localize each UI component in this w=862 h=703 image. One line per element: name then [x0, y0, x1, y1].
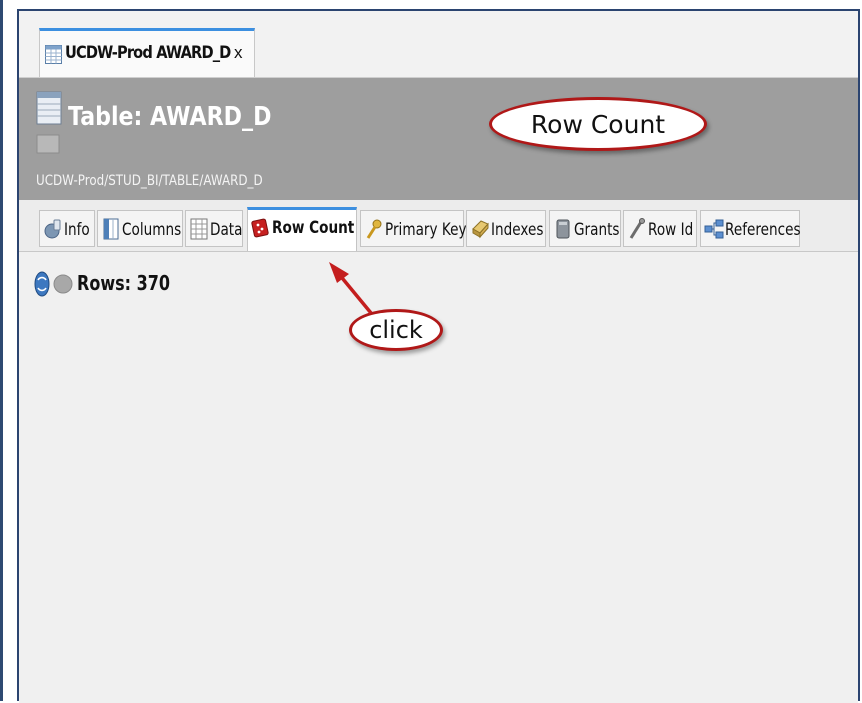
object-subtabs: Info Columns Data Row Count Primary Key … [19, 200, 858, 252]
refresh-icon[interactable] [33, 269, 51, 299]
tab-primary-key[interactable]: Primary Key [360, 210, 467, 247]
document-tab-award-d[interactable]: UCDW-Prod AWARD_D x [39, 28, 255, 77]
object-header: Table: AWARD_D UCDW-Prod/STUD_BI/TABLE/A… [19, 78, 858, 200]
pin-icon [629, 218, 645, 239]
dice-icon [251, 218, 269, 238]
rows-count-label: Rows: 370 [77, 271, 170, 295]
tab-columns-label: Columns [122, 220, 182, 240]
table-icon [45, 45, 62, 64]
tab-grants[interactable]: Grants [549, 210, 621, 247]
info-icon [44, 219, 61, 239]
callout-row-count: Row Count [489, 97, 707, 151]
grid-icon [190, 218, 208, 240]
callout-click: click [349, 309, 443, 351]
tab-info[interactable]: Info [39, 210, 95, 247]
close-tab-button[interactable]: x [234, 43, 243, 63]
tab-grants-label: Grants [574, 220, 620, 240]
index-icon [472, 220, 489, 239]
tab-info-label: Info [64, 220, 90, 240]
tab-references[interactable]: References [700, 210, 801, 247]
table-icon-faded [36, 134, 60, 154]
tab-row-count-label: Row Count [272, 218, 355, 238]
table-icon [36, 91, 62, 125]
tab-row-id-label: Row Id [648, 220, 694, 240]
row-count-panel: Rows: 370 [19, 252, 858, 703]
document-tab-label: UCDW-Prod AWARD_D [65, 43, 231, 63]
tab-indexes[interactable]: Indexes [466, 210, 546, 247]
window-left-border [0, 0, 3, 701]
tab-references-label: References [725, 220, 801, 240]
grants-icon [556, 219, 570, 239]
key-icon [366, 219, 382, 239]
tab-data-label: Data [210, 220, 243, 240]
references-icon [704, 219, 724, 239]
document-tab-strip: UCDW-Prod AWARD_D x [19, 11, 858, 78]
tab-columns[interactable]: Columns [97, 210, 183, 247]
tab-row-count[interactable]: Row Count [247, 207, 357, 251]
tab-primary-key-label: Primary Key [385, 220, 467, 240]
object-path: UCDW-Prod/STUD_BI/TABLE/AWARD_D [36, 173, 263, 189]
page-title: Table: AWARD_D [68, 102, 272, 132]
stop-icon[interactable] [53, 272, 73, 296]
tab-indexes-label: Indexes [491, 220, 544, 240]
columns-icon [103, 218, 119, 240]
tab-row-id[interactable]: Row Id [623, 210, 697, 247]
table-editor-window: UCDW-Prod AWARD_D x Table: AWARD_D UCDW-… [17, 9, 860, 703]
tab-data[interactable]: Data [185, 210, 243, 247]
